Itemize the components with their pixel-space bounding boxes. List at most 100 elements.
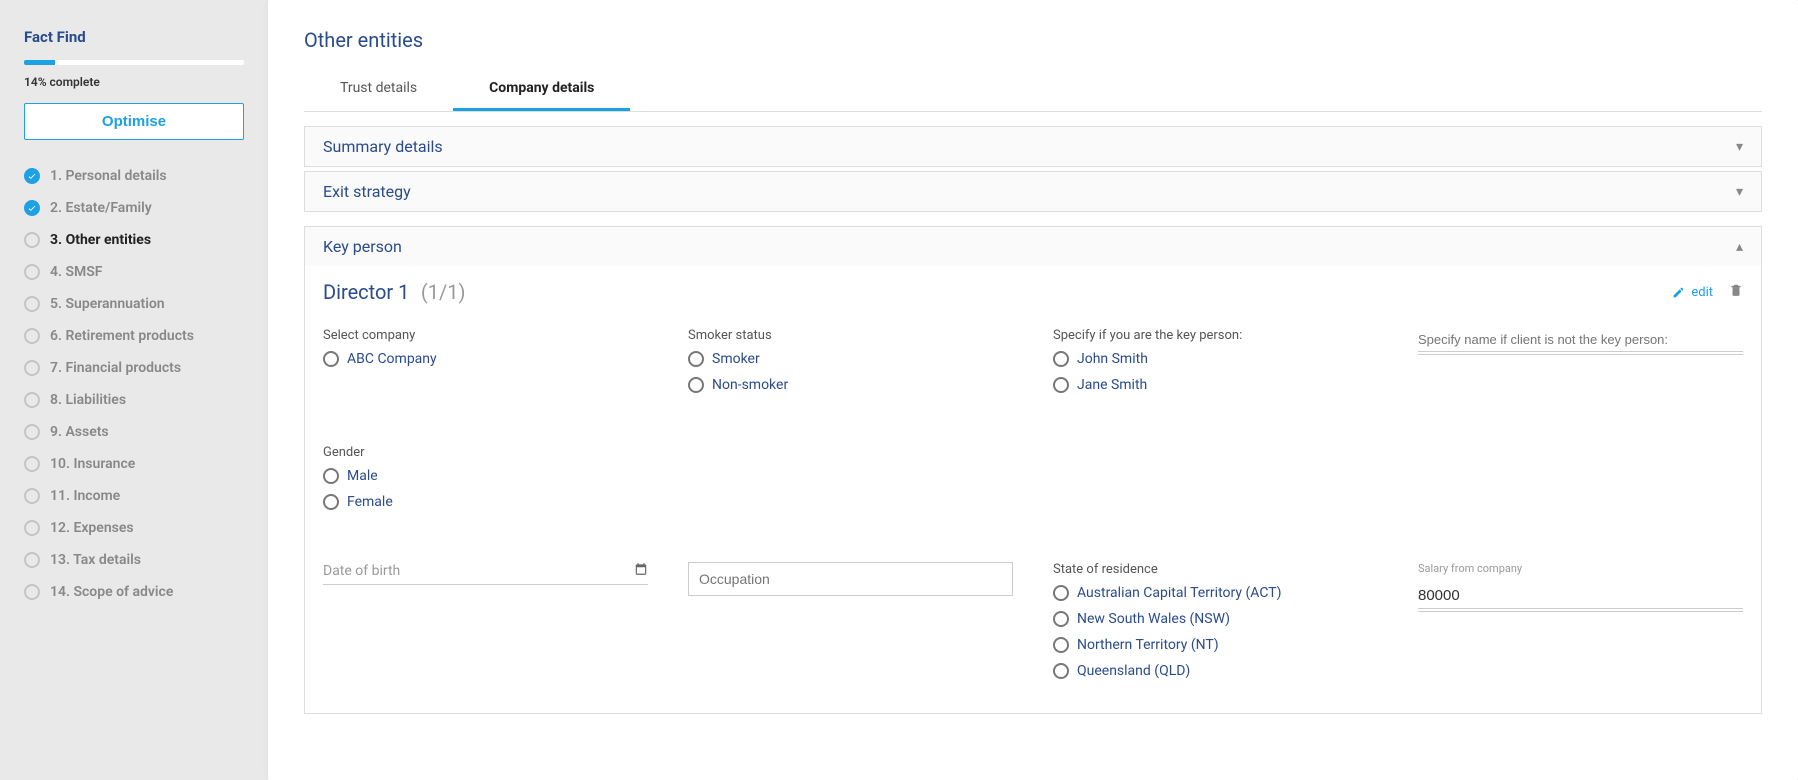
- chevron-down-icon: ▾: [1736, 139, 1743, 155]
- sidebar-item-8[interactable]: 9. Assets: [24, 416, 244, 448]
- accordion-exit-header[interactable]: Exit strategy ▾: [304, 171, 1762, 212]
- gender-option-0[interactable]: Male: [323, 468, 648, 484]
- radio-label: John Smith: [1077, 351, 1148, 367]
- sidebar-item-3[interactable]: 4. SMSF: [24, 256, 244, 288]
- radio-icon: [323, 494, 339, 510]
- company-option-0[interactable]: ABC Company: [323, 351, 648, 367]
- tab-trust-details[interactable]: Trust details: [304, 70, 453, 111]
- radio-icon: [323, 468, 339, 484]
- radio-label: Northern Territory (NT): [1077, 637, 1219, 653]
- circle-icon: [24, 488, 40, 504]
- sidebar-item-label: 13. Tax details: [50, 552, 141, 568]
- state-option-0[interactable]: Australian Capital Territory (ACT): [1053, 585, 1378, 601]
- sidebar-item-label: 11. Income: [50, 488, 120, 504]
- director-title: Director 1: [323, 280, 409, 304]
- sidebar-item-12[interactable]: 13. Tax details: [24, 544, 244, 576]
- state-option-2[interactable]: Northern Territory (NT): [1053, 637, 1378, 653]
- sidebar-item-label: 1. Personal details: [50, 168, 167, 184]
- smoker-option-1[interactable]: Non-smoker: [688, 377, 1013, 393]
- nav-list: 1. Personal details 2. Estate/Family 3. Ot…: [24, 160, 244, 608]
- field-salary: Salary from company: [1418, 562, 1743, 689]
- radio-icon: [1053, 663, 1069, 679]
- occupation-input[interactable]: [688, 562, 1013, 596]
- dob-placeholder: Date of birth: [323, 563, 400, 579]
- radio-label: Australian Capital Territory (ACT): [1077, 585, 1281, 601]
- field-dob: Date of birth: [323, 562, 648, 689]
- radio-icon: [1053, 611, 1069, 627]
- edit-button[interactable]: edit: [1672, 285, 1713, 300]
- field-smoker: Smoker status Smoker Non-smoker: [688, 328, 1013, 403]
- salary-input[interactable]: [1418, 583, 1743, 609]
- accordion-key-person-header[interactable]: Key person ▴: [304, 226, 1762, 266]
- radio-label: Queensland (QLD): [1077, 663, 1190, 679]
- radio-label: ABC Company: [347, 351, 437, 367]
- main-panel: Other entities Trust details Company det…: [268, 0, 1798, 780]
- radio-label: Non-smoker: [712, 377, 788, 393]
- circle-icon: [24, 264, 40, 280]
- label-salary: Salary from company: [1418, 562, 1743, 575]
- sidebar-item-11[interactable]: 12. Expenses: [24, 512, 244, 544]
- progress-fill: [24, 60, 55, 65]
- field-key-person: Specify if you are the key person: John …: [1053, 328, 1378, 403]
- sidebar-item-0[interactable]: 1. Personal details: [24, 160, 244, 192]
- sidebar-item-2[interactable]: 3. Other entities: [24, 224, 244, 256]
- field-name-if-not: [1418, 328, 1743, 403]
- circle-icon: [24, 520, 40, 536]
- state-option-1[interactable]: New South Wales (NSW): [1053, 611, 1378, 627]
- name-if-not-input[interactable]: [1418, 328, 1743, 352]
- sidebar-item-4[interactable]: 5. Superannuation: [24, 288, 244, 320]
- label-state: State of residence: [1053, 562, 1378, 577]
- radio-icon: [1053, 637, 1069, 653]
- radio-label: Male: [347, 468, 378, 484]
- optimise-button[interactable]: Optimise: [24, 103, 244, 140]
- sidebar-item-13[interactable]: 14. Scope of advice: [24, 576, 244, 608]
- edit-label: edit: [1691, 285, 1713, 300]
- check-circle-icon: [24, 168, 40, 184]
- radio-icon: [1053, 377, 1069, 393]
- field-occupation: [688, 562, 1013, 689]
- sidebar-item-label: 5. Superannuation: [50, 296, 165, 312]
- progress-label: 14% complete: [24, 75, 244, 89]
- sidebar-item-5[interactable]: 6. Retirement products: [24, 320, 244, 352]
- smoker-option-0[interactable]: Smoker: [688, 351, 1013, 367]
- sidebar-item-6[interactable]: 7. Financial products: [24, 352, 244, 384]
- radio-icon: [323, 351, 339, 367]
- key-person-option-0[interactable]: John Smith: [1053, 351, 1378, 367]
- accordion-summary-header[interactable]: Summary details ▾: [304, 126, 1762, 167]
- director-header-row: Director 1 (1/1) edit: [323, 280, 1743, 304]
- circle-icon: [24, 360, 40, 376]
- circle-icon: [24, 456, 40, 472]
- accordion-key-person-body: Director 1 (1/1) edit: [304, 266, 1762, 714]
- sidebar-item-label: 2. Estate/Family: [50, 200, 152, 216]
- circle-icon: [24, 392, 40, 408]
- radio-label: Smoker: [712, 351, 760, 367]
- sidebar-item-1[interactable]: 2. Estate/Family: [24, 192, 244, 224]
- circle-icon: [24, 584, 40, 600]
- sidebar-item-label: 9. Assets: [50, 424, 109, 440]
- sidebar-item-10[interactable]: 11. Income: [24, 480, 244, 512]
- sidebar-item-9[interactable]: 10. Insurance: [24, 448, 244, 480]
- pencil-icon: [1672, 286, 1685, 299]
- sidebar-item-label: 14. Scope of advice: [50, 584, 173, 600]
- field-select-company: Select company ABC Company: [323, 328, 648, 403]
- dob-input[interactable]: Date of birth: [323, 562, 648, 585]
- field-gender: Gender MaleFemale: [323, 445, 648, 520]
- label-smoker: Smoker status: [688, 328, 1013, 343]
- page-title: Other entities: [304, 28, 1762, 52]
- sidebar-item-label: 12. Expenses: [50, 520, 134, 536]
- director-actions: edit: [1672, 283, 1743, 301]
- trash-icon: [1729, 283, 1743, 297]
- sidebar: Fact Find 14% complete Optimise 1. Perso…: [0, 0, 268, 780]
- label-select-company: Select company: [323, 328, 648, 343]
- tab-company-details[interactable]: Company details: [453, 70, 630, 111]
- sidebar-item-label: 10. Insurance: [50, 456, 135, 472]
- circle-icon: [24, 296, 40, 312]
- key-person-option-1[interactable]: Jane Smith: [1053, 377, 1378, 393]
- gender-option-1[interactable]: Female: [323, 494, 648, 510]
- progress-bar: [24, 60, 244, 65]
- circle-icon: [24, 232, 40, 248]
- state-option-3[interactable]: Queensland (QLD): [1053, 663, 1378, 679]
- sidebar-item-7[interactable]: 8. Liabilities: [24, 384, 244, 416]
- delete-button[interactable]: [1729, 283, 1743, 301]
- sidebar-title: Fact Find: [24, 28, 244, 46]
